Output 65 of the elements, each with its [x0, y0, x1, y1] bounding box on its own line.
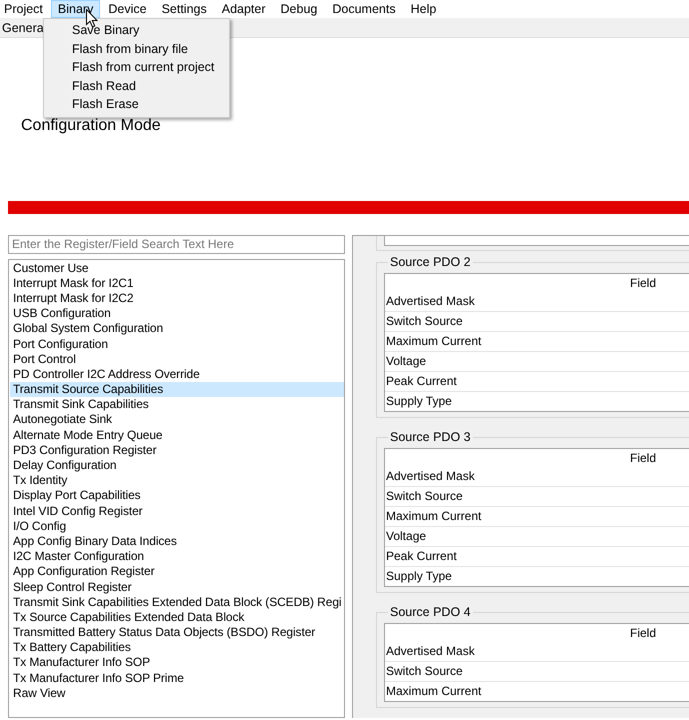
table-cell: Maximum Current — [385, 332, 689, 352]
table-cell: Peak Current — [385, 547, 689, 567]
table-cell-text: Maximum Current — [385, 683, 482, 700]
table-cell: Peak Current — [385, 372, 689, 392]
list-item[interactable]: Raw View — [10, 686, 344, 702]
menu-option[interactable]: Flash Read — [44, 76, 229, 95]
list-item[interactable]: Global System Configuration — [10, 321, 344, 337]
list-item[interactable]: PD Controller I2C Address Override — [10, 366, 344, 382]
table-cell-text: Supply Type — [385, 393, 453, 410]
table-cell: Advertised Mask — [385, 292, 689, 312]
list-item[interactable]: Tx Identity — [10, 473, 344, 488]
table-cell: Switch Source — [385, 662, 689, 682]
table-cell: Advertised Mask — [385, 467, 689, 487]
list-item[interactable]: Tx Manufacturer Info SOP — [10, 655, 344, 671]
list-item[interactable]: Transmit Sink Capabilities — [10, 397, 344, 412]
table-cell: Switch Source — [385, 312, 689, 332]
list-item[interactable]: Tx Manufacturer Info SOP Prime — [10, 670, 344, 686]
list-item[interactable]: Interrupt Mask for I2C1 — [10, 276, 344, 291]
menu-item[interactable]: Project — [0, 0, 50, 18]
table-cell: Voltage — [385, 527, 689, 547]
group-title: Source PDO 4 — [389, 605, 472, 619]
list-item[interactable]: PD3 Configuration Register — [10, 442, 344, 458]
list-item[interactable]: Tx Source Capabilities Extended Data Block — [10, 610, 344, 626]
list-item[interactable]: Sleep Control Register — [10, 580, 344, 595]
menu-item[interactable]: Documents — [325, 0, 403, 18]
list-item[interactable]: Tx Battery Capabilities — [10, 640, 344, 656]
menu-item[interactable]: Settings — [154, 0, 214, 18]
table-cell: Switch Source — [385, 487, 689, 507]
column-header: Field — [630, 626, 656, 640]
page-heading: Configuration Mode — [21, 116, 161, 136]
menu-option[interactable]: Flash from current project — [44, 58, 229, 76]
list-item[interactable]: App Config Binary Data Indices — [10, 534, 344, 550]
table-cell-text: Supply Type — [385, 568, 453, 585]
list-item[interactable]: Display Port Capabilities — [10, 488, 344, 504]
list-item[interactable]: Autonegotiate Sink — [10, 412, 344, 428]
search-field[interactable]: Enter the Register/Field Search Text Here — [8, 235, 345, 254]
menu-item[interactable]: Device — [101, 0, 154, 18]
menu-option[interactable]: Flash from binary file — [44, 40, 229, 58]
menu-item[interactable]: Debug — [274, 0, 324, 18]
list-item[interactable]: Interrupt Mask for I2C2 — [10, 290, 344, 306]
group-title: Source PDO 2 — [389, 255, 472, 269]
list-item[interactable]: Customer Use — [10, 260, 344, 276]
menu-option[interactable]: Save Binary — [44, 21, 229, 40]
list-item[interactable]: USB Configuration — [10, 306, 344, 322]
column-header: Field — [630, 276, 656, 290]
list-item[interactable]: App Configuration Register — [10, 564, 344, 580]
list-item[interactable]: Transmitted Battery Status Data Objects (BSDO) Register — [10, 625, 344, 640]
list-item[interactable]: Delay Configuration — [10, 458, 344, 474]
tab[interactable]: Genera — [2, 20, 44, 34]
menu-option[interactable]: Flash Erase — [44, 95, 229, 114]
list-item[interactable]: Transmit Sink Capabilities Extended Data Block (SCEDB) Regi — [10, 594, 344, 610]
list-item[interactable]: Alternate Mode Entry Queue — [10, 428, 344, 443]
table-cell: Maximum Current — [385, 507, 689, 527]
menu-item[interactable]: Adapter — [214, 0, 273, 18]
table-cell: Advertised Mask — [385, 642, 689, 662]
list-item[interactable]: Transmit Source Capabilities — [10, 382, 344, 398]
list-item[interactable]: I/O Config — [10, 518, 344, 534]
column-header: Field — [630, 451, 656, 465]
list-item[interactable]: Intel VID Config Register — [10, 504, 344, 519]
table-cell: Voltage — [385, 352, 689, 372]
menu-item[interactable]: Help — [404, 0, 444, 18]
list-item[interactable]: Port Configuration — [10, 336, 344, 352]
list-item[interactable]: I2C Master Configuration — [10, 549, 344, 564]
list-item[interactable]: Port Control — [10, 352, 344, 367]
group-title: Source PDO 3 — [389, 430, 472, 444]
